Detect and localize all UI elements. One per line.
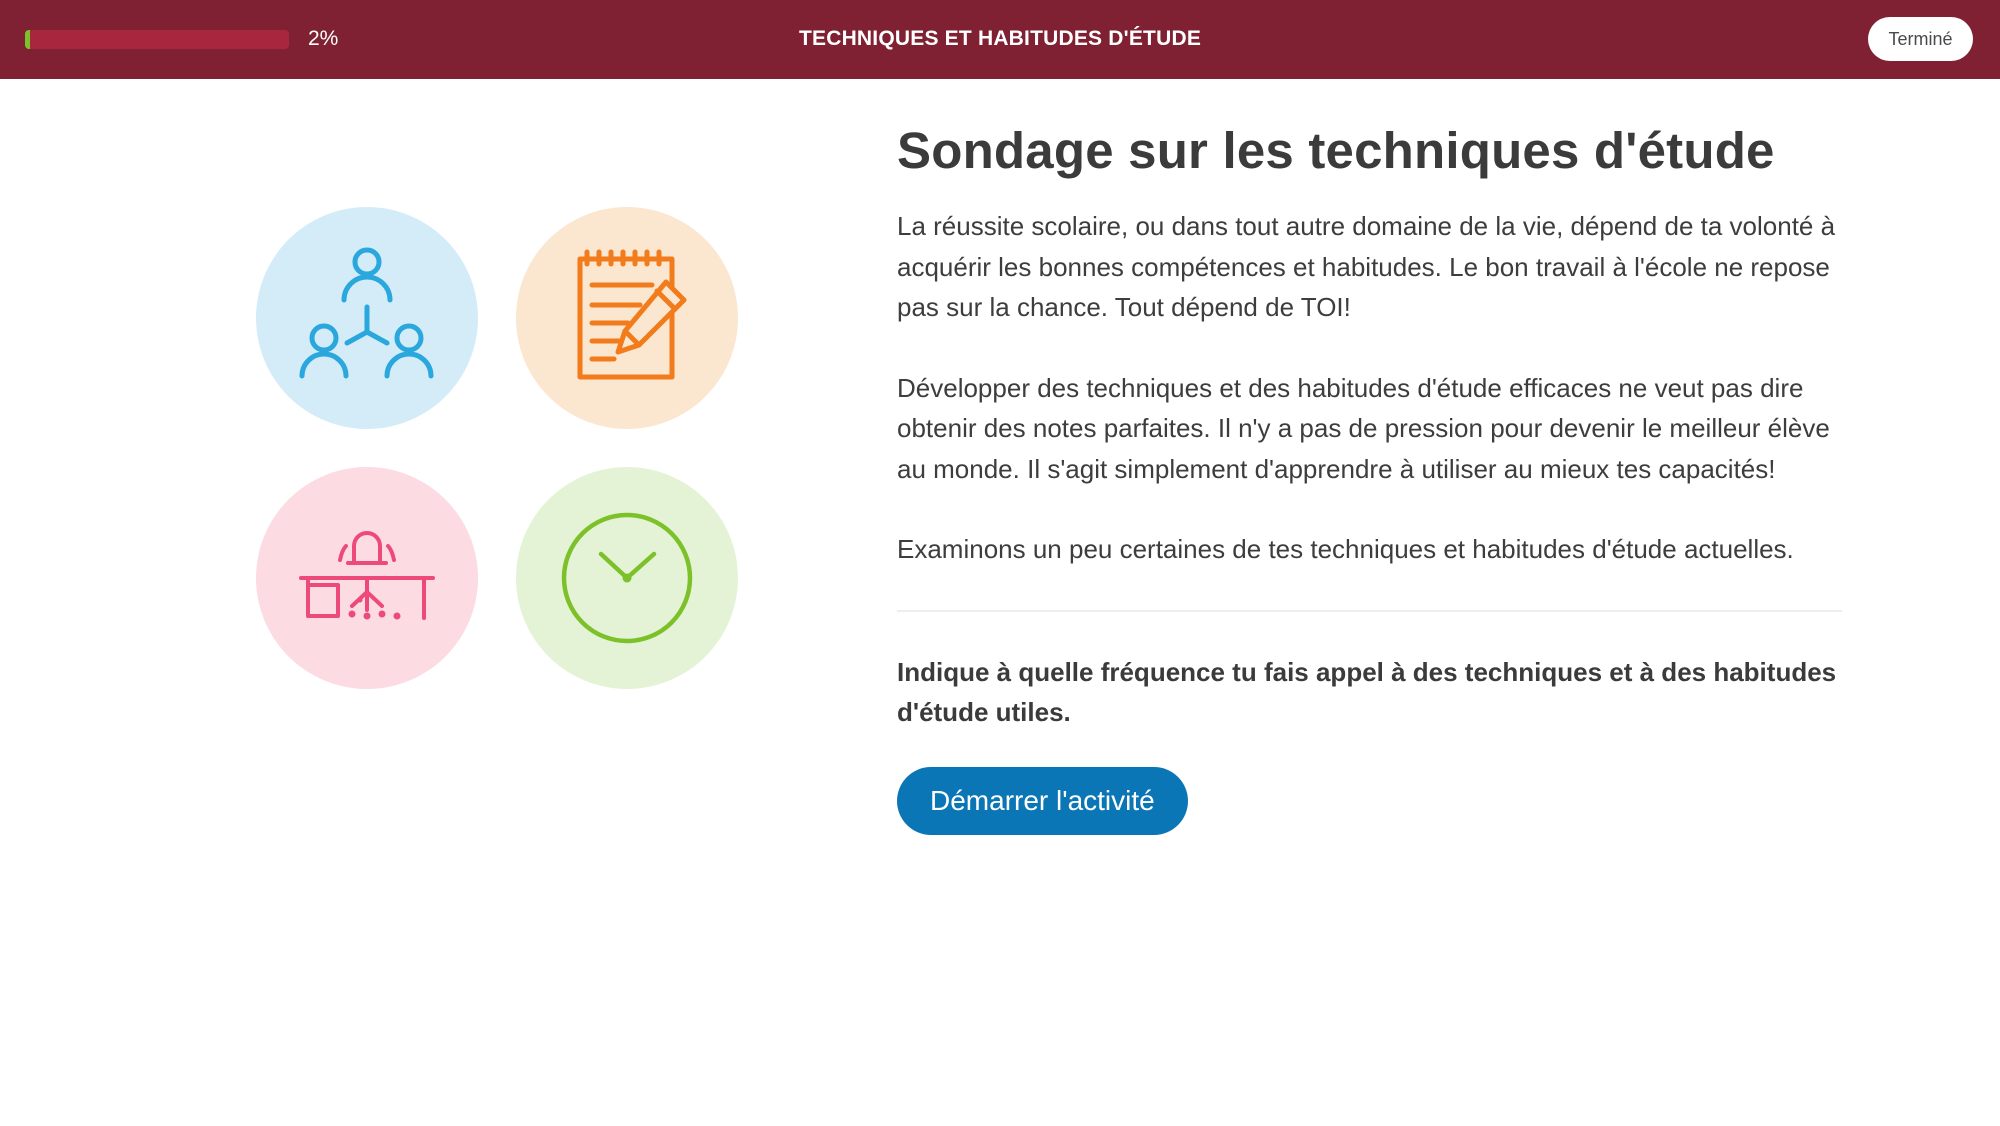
divider: [897, 609, 1842, 612]
desk-chair-icon: [299, 531, 435, 620]
clock-icon: [561, 512, 693, 644]
desk-illustration: [256, 467, 478, 689]
activity-title: TECHNIQUES ET HABITUDES D'ÉTUDE: [798, 27, 1202, 50]
intro-paragraph-1: La réussite scolaire, ou dans tout autre…: [897, 211, 1836, 322]
start-activity-button[interactable]: Démarrer l'activité: [897, 766, 1188, 835]
people-network-icon: [299, 247, 434, 379]
notepad-illustration: [516, 207, 738, 429]
done-button[interactable]: Terminé: [1868, 17, 1973, 61]
intro-content: Sondage sur les techniques d'étude La ré…: [897, 118, 1842, 835]
top-bar: 2% TECHNIQUES ET HABITUDES D'ÉTUDE Termi…: [0, 0, 2000, 79]
clock-illustration: [516, 467, 738, 689]
instruction-text: Indique à quelle fréquence tu fais appel…: [897, 656, 1837, 728]
intro-paragraph-2: Développer des techniques et des habitud…: [897, 372, 1830, 484]
notepad-pencil-icon: [577, 249, 687, 380]
intro-paragraph-3: Examinons un peu certaines de tes techni…: [897, 534, 1794, 564]
page-title: Sondage sur les techniques d'étude: [897, 122, 1775, 179]
people-network-illustration: [256, 207, 478, 429]
